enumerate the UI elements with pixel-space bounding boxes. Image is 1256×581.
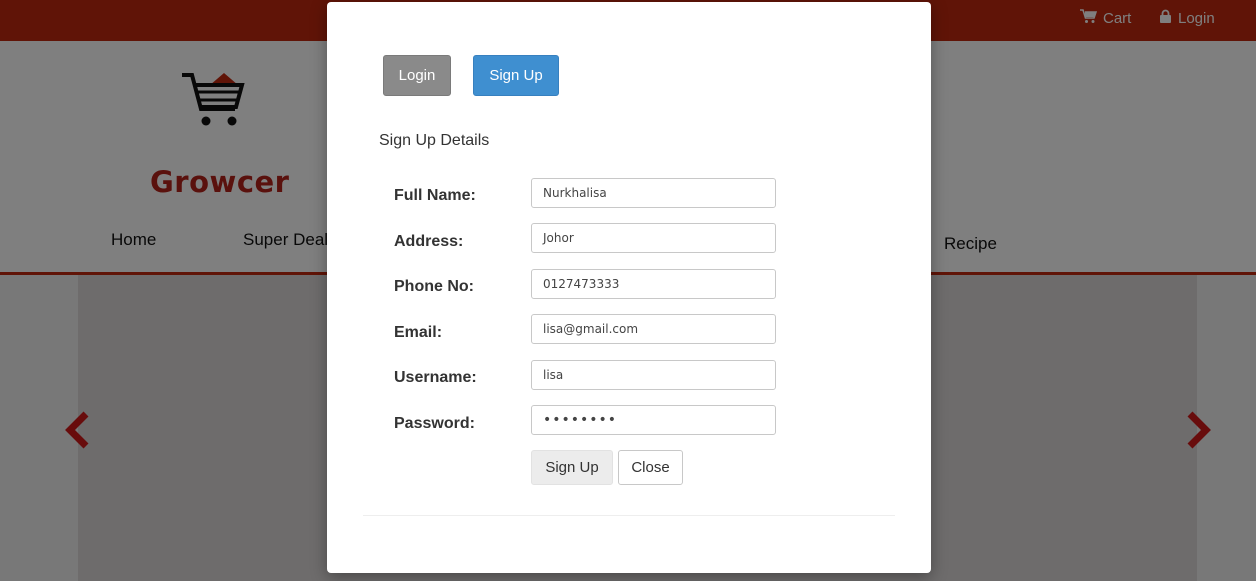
username-label: Username: [394,369,477,386]
address-label: Address: [394,233,464,250]
phone-field[interactable]: 0127473333 [531,269,776,299]
signup-submit-button[interactable]: Sign Up [531,450,613,485]
email-field[interactable]: lisa@gmail.com [531,314,776,344]
phone-label: Phone No: [394,278,474,295]
tab-signup[interactable]: Sign Up [473,55,559,96]
password-label: Password: [394,415,475,432]
password-field[interactable]: •••••••• [531,405,776,435]
modal-divider [363,515,895,516]
signup-modal: Login Sign Up Sign Up Details Full Name:… [327,2,931,573]
tab-login[interactable]: Login [383,55,451,96]
close-button[interactable]: Close [618,450,683,485]
section-title: Sign Up Details [379,132,490,149]
username-field[interactable]: lisa [531,360,776,390]
full-name-label: Full Name: [394,187,476,204]
email-label: Email: [394,324,443,341]
address-field[interactable]: Johor [531,223,776,253]
full-name-field[interactable]: Nurkhalisa [531,178,776,208]
